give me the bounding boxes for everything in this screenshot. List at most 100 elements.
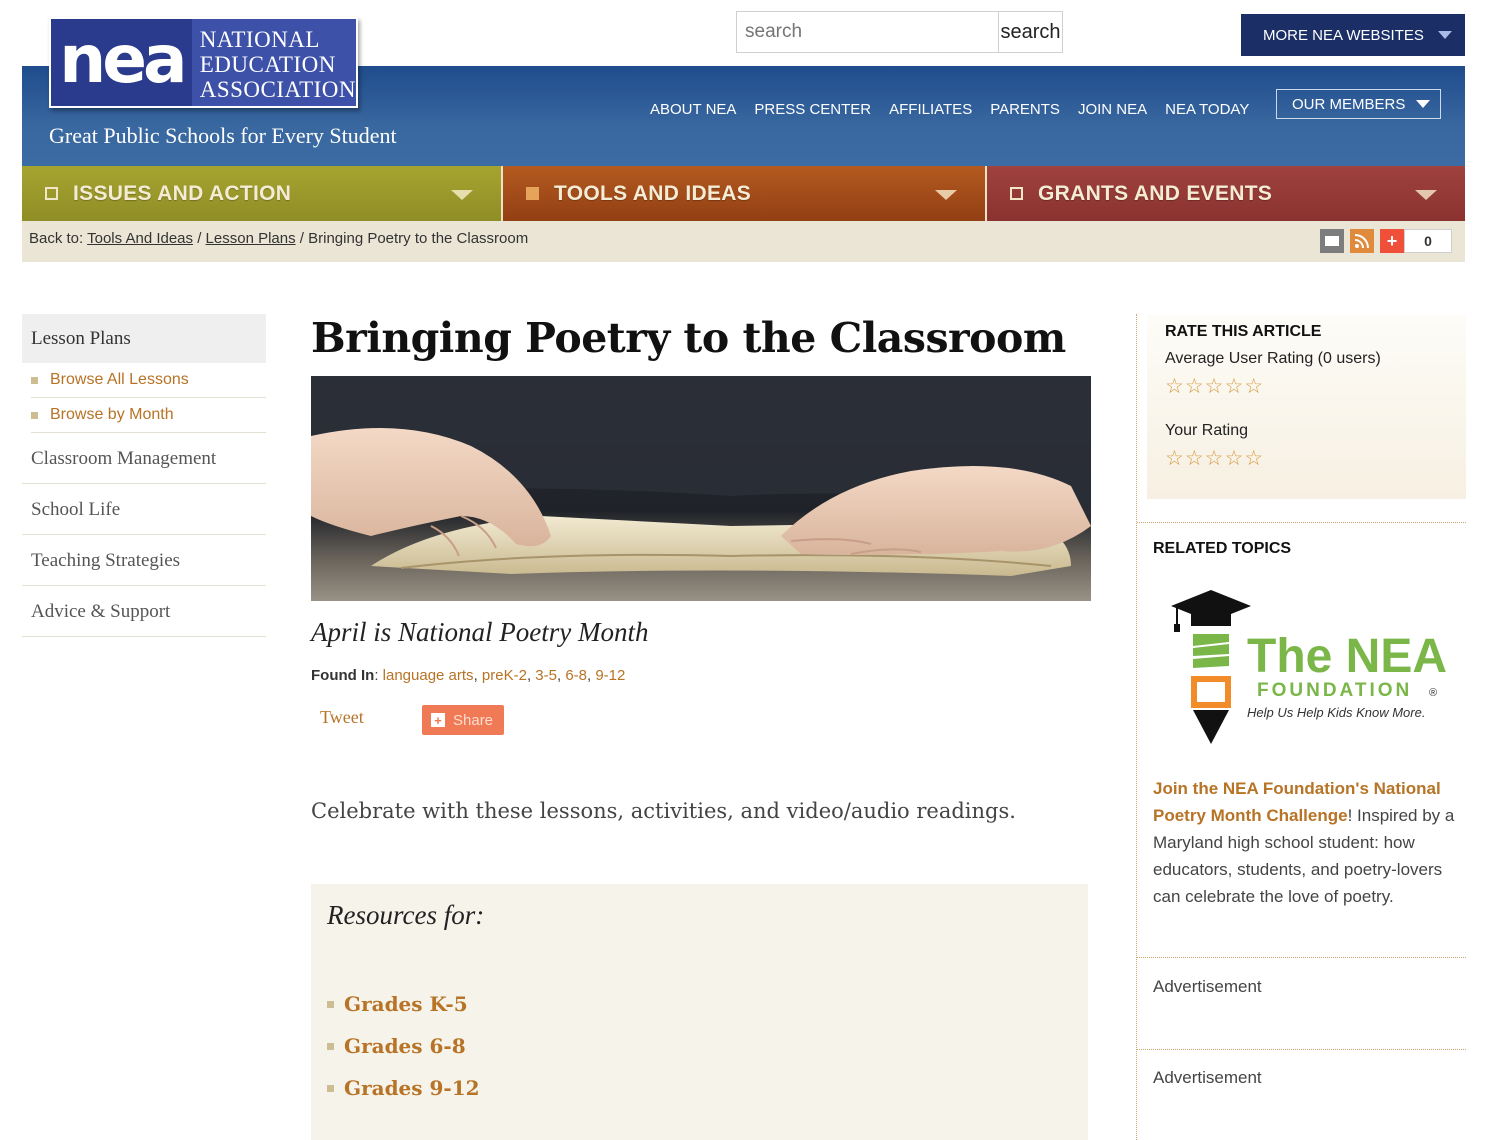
resource-label: Grades K-5 <box>344 992 468 1016</box>
your-rating-label: Your Rating <box>1165 422 1249 439</box>
tab-label: ISSUES AND ACTION <box>73 181 292 205</box>
chevron-down-icon <box>935 190 957 200</box>
top-nav: ABOUT NEA PRESS CENTER AFFILIATES PARENT… <box>650 101 1249 118</box>
bullet-icon <box>31 411 38 419</box>
sidebar-item-advice-support[interactable]: Advice & Support <box>22 586 266 637</box>
article-subtitle: April is National Poetry Month <box>311 617 649 647</box>
nav-join-nea[interactable]: JOIN NEA <box>1078 101 1147 118</box>
breadcrumb-separator: / <box>197 230 202 247</box>
chevron-down-icon <box>1437 31 1452 39</box>
average-rating-stars: ☆☆☆☆☆ <box>1165 375 1265 398</box>
foundation-logo-name: The NEA <box>1247 630 1447 683</box>
logo-mark: nea <box>59 20 187 98</box>
sidebar-item-school-life[interactable]: School Life <box>22 484 266 535</box>
foundation-logo-slogan: Help Us Help Kids Know More. <box>1247 705 1425 720</box>
nav-nea-today[interactable]: NEA TODAY <box>1165 101 1249 118</box>
email-icon[interactable] <box>1320 229 1344 253</box>
divider <box>1137 957 1466 958</box>
breadcrumb-bar: Back to: Tools And Ideas / Lesson Plans … <box>22 221 1465 262</box>
tab-tools-and-ideas[interactable]: TOOLS AND IDEAS <box>501 166 985 221</box>
divider <box>1137 1049 1466 1050</box>
resource-grades-k-5[interactable]: Grades K-5 <box>327 992 468 1016</box>
breadcrumb-separator: / <box>299 230 304 247</box>
plus-icon: + <box>431 713 445 728</box>
nea-foundation-logo[interactable]: The NEA FOUNDATION ® Help Us Help Kids K… <box>1167 584 1447 754</box>
search-input[interactable] <box>737 12 999 52</box>
nav-about-nea[interactable]: ABOUT NEA <box>650 101 736 118</box>
found-in-label: Found In <box>311 667 375 684</box>
related-topics-heading: RELATED TOPICS <box>1153 540 1292 557</box>
resource-label: Grades 6-8 <box>344 1034 466 1058</box>
sidebar-item-browse-all-lessons[interactable]: Browse All Lessons <box>31 363 266 398</box>
resources-title: Resources for: <box>327 900 485 930</box>
hero-image <box>311 376 1091 601</box>
nea-logo[interactable]: nea NATIONAL EDUCATION ASSOCIATION <box>49 17 358 108</box>
divider <box>1137 522 1466 523</box>
breadcrumb-current: Bringing Poetry to the Classroom <box>308 230 529 247</box>
rss-icon[interactable] <box>1350 229 1374 253</box>
resources-box: Resources for: Grades K-5 Grades 6-8 Gra… <box>311 884 1088 1140</box>
nav-parents[interactable]: PARENTS <box>990 101 1060 118</box>
tag-prek-2[interactable]: preK-2 <box>482 667 527 684</box>
resource-label: Grades 9-12 <box>344 1076 480 1100</box>
bullet-icon <box>327 1042 334 1050</box>
sidebar-item-classroom-management[interactable]: Classroom Management <box>22 433 266 484</box>
more-nea-websites-label: MORE NEA WEBSITES <box>1263 26 1424 44</box>
logo-name-line: ASSOCIATION <box>199 77 356 102</box>
our-members-dropdown[interactable]: OUR MEMBERS <box>1276 89 1441 119</box>
search-form: search <box>736 11 1063 53</box>
square-icon <box>1010 187 1023 200</box>
sidebar-item-label: Browse All Lessons <box>50 371 189 388</box>
tab-label: GRANTS AND EVENTS <box>1038 181 1273 205</box>
tag-language-arts[interactable]: language arts <box>383 667 474 684</box>
breadcrumb-tools-and-ideas[interactable]: Tools And Ideas <box>87 230 193 247</box>
tab-issues-and-action[interactable]: ISSUES AND ACTION <box>22 166 501 221</box>
foundation-logo-word: FOUNDATION <box>1257 680 1412 701</box>
add-share-icon[interactable]: + <box>1380 229 1404 253</box>
share-label: Share <box>453 711 494 729</box>
tag-9-12[interactable]: 9-12 <box>595 667 625 684</box>
your-rating-stars[interactable]: ☆☆☆☆☆ <box>1165 446 1264 471</box>
category-bar: ISSUES AND ACTION TOOLS AND IDEAS GRANTS… <box>22 166 1465 221</box>
foundation-logo-registered: ® <box>1429 687 1437 699</box>
related-topic-text: Join the NEA Foundation's National Poetr… <box>1153 775 1465 910</box>
sidebar-item-teaching-strategies[interactable]: Teaching Strategies <box>22 535 266 586</box>
resource-grades-6-8[interactable]: Grades 6-8 <box>327 1034 466 1058</box>
nav-press-center[interactable]: PRESS CENTER <box>754 101 871 118</box>
bullet-icon <box>31 376 38 384</box>
breadcrumb: Back to: Tools And Ideas / Lesson Plans … <box>29 230 528 247</box>
page-title: Bringing Poetry to the Classroom <box>311 314 1066 362</box>
breadcrumb-prefix: Back to: <box>29 230 84 247</box>
found-in: Found In: language arts, preK-2, 3-5, 6-… <box>311 667 626 684</box>
article-intro: Celebrate with these lessons, activities… <box>311 799 1016 823</box>
rate-heading: RATE THIS ARTICLE <box>1165 323 1322 340</box>
rating-widget: RATE THIS ARTICLE Average User Rating (0… <box>1147 314 1466 499</box>
sidebar-item-label: Browse by Month <box>50 406 174 423</box>
chevron-down-icon <box>451 190 473 200</box>
logo-name: NATIONAL EDUCATION ASSOCIATION <box>191 19 356 106</box>
share-button[interactable]: + Share <box>422 705 504 735</box>
chevron-down-icon <box>1416 100 1431 108</box>
resource-grades-9-12[interactable]: Grades 9-12 <box>327 1076 480 1100</box>
sidebar-heading-lesson-plans[interactable]: Lesson Plans <box>22 314 266 363</box>
tagline: Great Public Schools for Every Student <box>49 123 397 148</box>
breadcrumb-lesson-plans[interactable]: Lesson Plans <box>206 230 296 247</box>
average-rating-label: Average User Rating (0 users) <box>1165 350 1381 367</box>
search-button[interactable]: search <box>999 12 1062 52</box>
more-nea-websites-dropdown[interactable]: MORE NEA WEBSITES <box>1241 14 1465 56</box>
tweet-button[interactable]: Tweet <box>320 707 364 728</box>
tag-6-8[interactable]: 6-8 <box>565 667 587 684</box>
share-count: 0 <box>1404 229 1452 253</box>
nav-affiliates[interactable]: AFFILIATES <box>889 101 972 118</box>
advertisement-label: Advertisement <box>1153 1068 1262 1087</box>
tab-grants-and-events[interactable]: GRANTS AND EVENTS <box>985 166 1465 221</box>
bullet-icon <box>327 1000 334 1008</box>
left-sidebar: Lesson Plans Browse All Lessons Browse b… <box>22 314 266 637</box>
tag-3-5[interactable]: 3-5 <box>535 667 557 684</box>
our-members-label: OUR MEMBERS <box>1292 95 1406 113</box>
square-icon <box>526 187 539 200</box>
tab-label: TOOLS AND IDEAS <box>554 181 752 205</box>
advertisement-label: Advertisement <box>1153 977 1262 996</box>
right-sidebar: RATE THIS ARTICLE Average User Rating (0… <box>1136 314 1466 1140</box>
sidebar-item-browse-by-month[interactable]: Browse by Month <box>31 398 266 433</box>
